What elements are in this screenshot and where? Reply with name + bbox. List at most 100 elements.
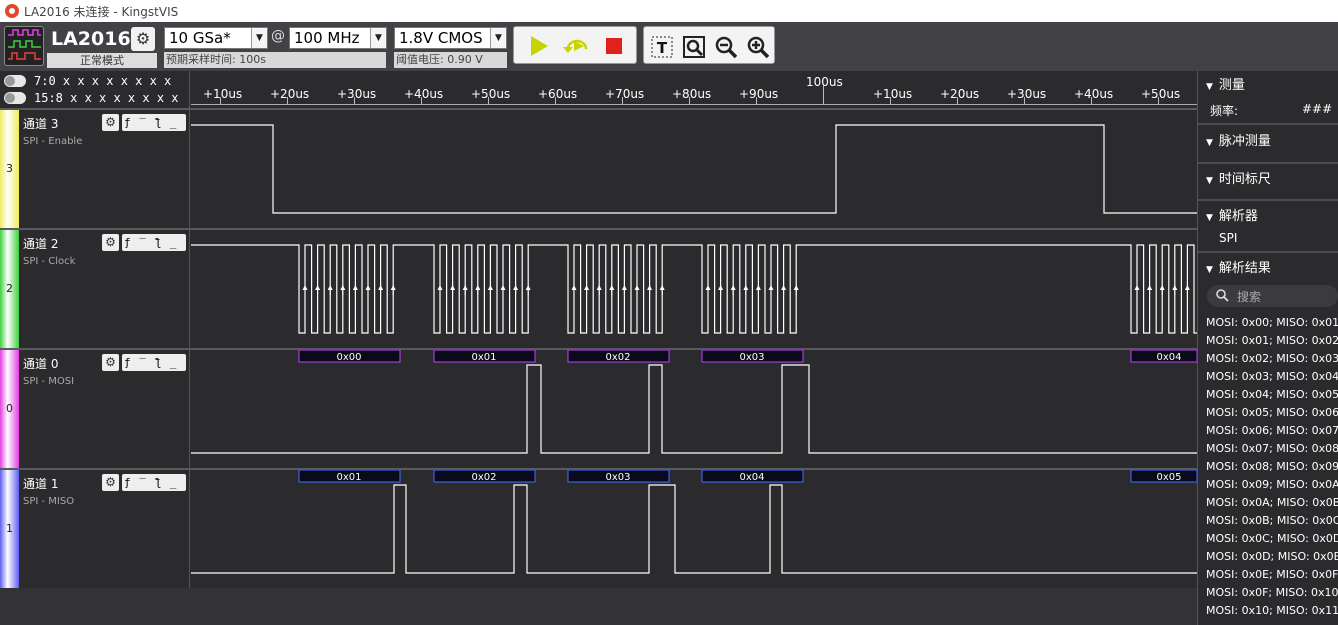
channel-0-gear-icon[interactable]: ⚙ [102,354,119,371]
mosi-decode-box[interactable]: 0x01 [433,350,536,363]
mosi-decode-box[interactable]: 0x00 [298,350,401,363]
mode-label[interactable]: 正常模式 [47,53,157,68]
channel-2-trigger-icons[interactable]: ƒ ‾ ƪ _ [122,234,186,251]
rising-edge-arrow-icon [315,285,321,290]
mosi-decode-box[interactable]: 0x02 [567,350,670,363]
miso-decode-box[interactable]: 0x04 [701,470,804,483]
channel-2-index: 2 [6,282,13,295]
result-item[interactable]: MOSI: 0x07; MISO: 0x08 [1198,440,1338,458]
channel-0-color-strip[interactable]: 0 [0,350,19,468]
channel-3-gear-icon[interactable]: ⚙ [102,114,119,131]
result-item[interactable]: MOSI: 0x02; MISO: 0x03 [1198,350,1338,368]
view-tools: T [643,26,775,64]
result-item[interactable]: MOSI: 0x00; MISO: 0x01 [1198,314,1338,332]
channel-1-color-strip[interactable]: 1 [0,470,19,588]
results-section-header[interactable]: ▼ 解析结果 [1206,260,1271,278]
measure-header-label: 测量 [1218,78,1245,93]
channel-3-waveform[interactable] [191,110,1197,228]
title-bar: LA2016 未连接 - KingstVIS [0,0,1338,22]
channel-1-trigger-icons[interactable]: ƒ ‾ ƪ _ [122,474,186,491]
svg-text:T: T [657,39,668,57]
miso-decode-box[interactable]: 0x03 [567,470,670,483]
channel-2-color-strip[interactable]: 2 [0,230,19,348]
byte-row-low: 7:0 x x x x x x x x [4,73,171,89]
miso-decode-label: 0x05 [1156,472,1181,483]
channel-3-trigger-icons[interactable]: ƒ ‾ ƪ _ [122,114,186,131]
result-item[interactable]: MOSI: 0x0C; MISO: 0x0D [1198,530,1338,548]
pulse-header-label: 脉冲测量 [1218,134,1271,149]
time-ruler[interactable]: 100us +10us +20us +30us +40us +50us +60us +70u… [191,71,1197,108]
device-settings-gear-icon[interactable]: ⚙ [131,27,155,51]
channel-1-gear-icon[interactable]: ⚙ [102,474,119,491]
analyzer-item-spi[interactable]: SPI [1219,231,1237,245]
pulse-section-header[interactable]: ▼ 脉冲测量 [1206,133,1271,151]
chevron-down-icon[interactable]: ▼ [251,28,267,48]
channel-0-waveform[interactable]: 0x00 0x01 0x02 0x03 0x04 [191,350,1197,468]
channel-1-waveform[interactable]: 0x01 0x02 0x03 0x04 0x05 [191,470,1197,588]
result-item[interactable]: MOSI: 0x0D; MISO: 0x0E [1198,548,1338,566]
channel-2-gear-icon[interactable]: ⚙ [102,234,119,251]
result-item[interactable]: MOSI: 0x09; MISO: 0x0A [1198,476,1338,494]
result-item[interactable]: MOSI: 0x10; MISO: 0x11 [1198,602,1338,620]
byte-high-toggle[interactable] [4,92,26,104]
search-placeholder: 搜索 [1237,290,1262,304]
at-sign: @ [271,28,285,44]
result-item[interactable]: MOSI: 0x06; MISO: 0x07 [1198,422,1338,440]
channel-0-trigger-icons[interactable]: ƒ ‾ ƪ _ [122,354,186,371]
bottom-empty-area [0,588,1197,625]
result-item[interactable]: MOSI: 0x05; MISO: 0x06 [1198,404,1338,422]
mosi-decode-box[interactable]: 0x04 [1130,350,1197,363]
result-item[interactable]: MOSI: 0x08; MISO: 0x09 [1198,458,1338,476]
stop-icon[interactable] [600,33,626,59]
ruler-tick-label: +30us [1007,87,1047,101]
triangle-down-icon: ▼ [1206,82,1213,92]
mosi-decode-label: 0x02 [605,352,630,363]
device-waveform-icon[interactable] [4,26,44,66]
byte-display-panel: 7:0 x x x x x x x x 15:8 x x x x x x x x [0,71,190,108]
channel-3-color-strip[interactable]: 3 [0,110,19,228]
rising-edge-arrow-icon [571,285,577,290]
sample-depth-select[interactable]: 10 GSa* ▼ [164,27,268,49]
channel-2-waveform[interactable] [191,230,1197,348]
chevron-down-icon[interactable]: ▼ [370,28,386,48]
measure-section-header[interactable]: ▼ 测量 [1206,77,1245,95]
panel-separator [1198,199,1338,201]
byte-low-toggle[interactable] [4,75,26,87]
result-item[interactable]: MOSI: 0x0F; MISO: 0x10 [1198,584,1338,602]
miso-decode-label: 0x04 [739,472,764,483]
miso-decode-box[interactable]: 0x05 [1130,470,1197,483]
search-input[interactable]: 搜索 [1207,285,1338,307]
triangle-down-icon: ▼ [1206,265,1213,275]
sample-rate-select[interactable]: 100 MHz ▼ [289,27,387,49]
mosi-decode-box[interactable]: 0x03 [701,350,804,363]
voltage-standard-select[interactable]: 1.8V CMOS ▼ [394,27,507,49]
results-list: MOSI: 0x00; MISO: 0x01 MOSI: 0x01; MISO: … [1198,314,1338,620]
miso-decode-label: 0x03 [605,472,630,483]
zoom-fit-icon[interactable] [682,35,706,59]
timescale-section-header[interactable]: ▼ 时间标尺 [1206,171,1271,189]
rising-edge-arrow-icon [621,285,627,290]
miso-decode-box[interactable]: 0x02 [433,470,536,483]
rising-edge-arrow-icon [1134,285,1140,290]
chevron-down-icon[interactable]: ▼ [490,28,506,48]
rising-edge-arrow-icon [718,285,724,290]
threshold-voltage: 阈值电压: 0.90 V [394,52,507,68]
loop-play-icon[interactable] [562,33,588,59]
text-cursor-icon[interactable]: T [650,35,674,59]
zoom-in-icon[interactable] [746,35,770,59]
result-item[interactable]: MOSI: 0x0B; MISO: 0x0C [1198,512,1338,530]
miso-decode-box[interactable]: 0x01 [298,470,401,483]
app-logo-icon [5,4,19,18]
rising-edge-arrow-icon [475,285,481,290]
channel-0-name: 通道 0 [23,357,59,371]
result-item[interactable]: MOSI: 0x0A; MISO: 0x0B [1198,494,1338,512]
zoom-out-icon[interactable] [714,35,738,59]
analyzer-section-header[interactable]: ▼ 解析器 [1206,208,1258,226]
byte-low-label: 7:0 x x x x x x x x [34,74,172,88]
result-item[interactable]: MOSI: 0x0E; MISO: 0x0F [1198,566,1338,584]
result-item[interactable]: MOSI: 0x03; MISO: 0x04 [1198,368,1338,386]
play-icon[interactable] [526,33,552,59]
result-item[interactable]: MOSI: 0x01; MISO: 0x02 [1198,332,1338,350]
result-item[interactable]: MOSI: 0x04; MISO: 0x05 [1198,386,1338,404]
mosi-trace [191,364,1197,454]
